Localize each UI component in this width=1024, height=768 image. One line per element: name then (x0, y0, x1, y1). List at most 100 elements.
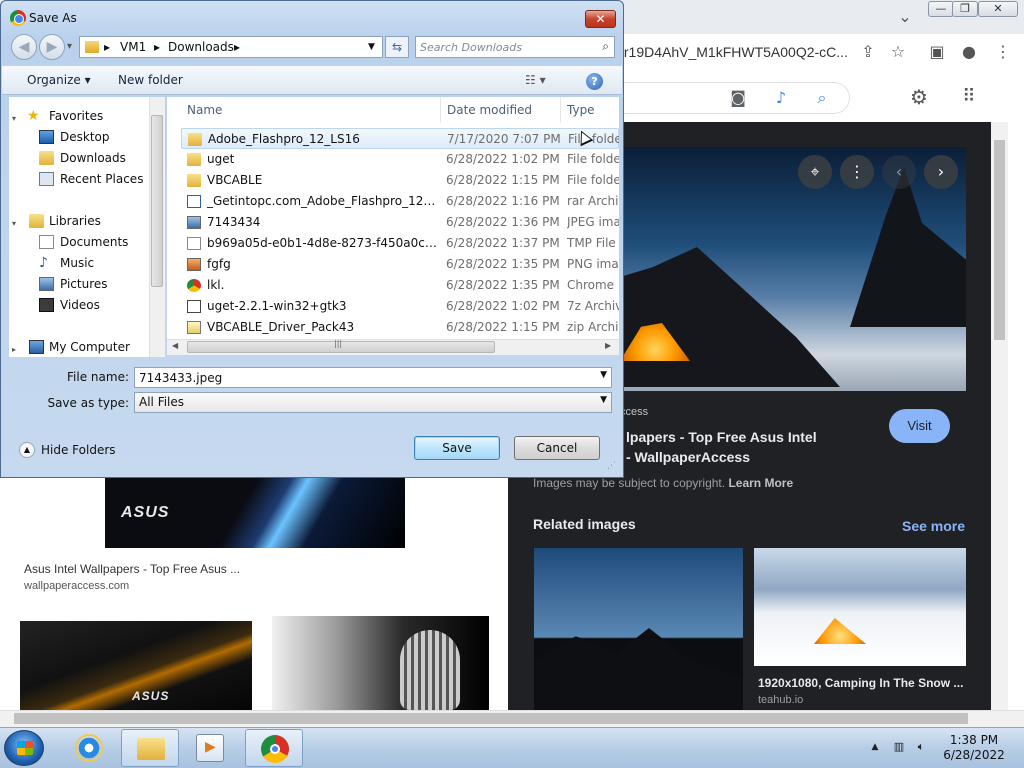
file-list-hscroll-thumb[interactable]: ||| (187, 339, 495, 353)
address-breadcrumb[interactable]: ▸ VM1 ▸ Downloads ▸ ▼ (79, 36, 383, 58)
result-title-line2[interactable]: - WallpaperAccess (626, 449, 750, 465)
recent-locations-dropdown[interactable]: ▾ (67, 41, 72, 52)
start-button[interactable] (4, 730, 44, 766)
related-caption[interactable]: 1920x1080, Camping In The Snow ... (758, 676, 963, 690)
organize-button[interactable]: Organize ▾ (27, 73, 91, 87)
page-scroll-thumb[interactable] (994, 140, 1005, 340)
result-image-asus-blue[interactable]: ASUS (105, 478, 405, 548)
minimize-button[interactable]: — (928, 1, 954, 17)
result-title-line1[interactable]: lpapers - Top Free Asus Intel (626, 429, 817, 445)
file-row[interactable]: VBCABLE_Driver_Pack43 6/28/2022 1:15 PM … (181, 317, 619, 338)
nav-desktop[interactable]: Desktop (9, 127, 149, 147)
preview-image[interactable] (620, 147, 966, 391)
cancel-button[interactable]: Cancel (514, 436, 600, 460)
search-input[interactable] (420, 39, 594, 55)
more-options-icon[interactable]: ⋮ (840, 155, 874, 189)
breadcrumb-sep[interactable]: ▸ (154, 40, 160, 54)
chevron-down-icon[interactable]: ▼ (600, 395, 607, 405)
related-source[interactable]: teahub.io (758, 694, 803, 706)
file-row[interactable]: 7143434 6/28/2022 1:36 PM JPEG image (181, 212, 619, 233)
scroll-right-arrow[interactable]: ▶ (605, 341, 611, 350)
nav-downloads[interactable]: Downloads (9, 148, 149, 168)
breadcrumb-sep[interactable]: ▸ (104, 40, 110, 54)
page-hscroll-thumb[interactable] (14, 713, 968, 724)
lens-search-icon[interactable]: ⌖ (798, 155, 832, 189)
next-image-icon[interactable]: › (924, 155, 958, 189)
search-icon[interactable]: ⌕ (811, 87, 833, 109)
see-more-link[interactable]: See more (902, 518, 965, 534)
breadcrumb-vm1[interactable]: VM1 (120, 40, 146, 54)
taskbar-internet-explorer[interactable] (60, 729, 118, 767)
nav-libraries[interactable]: ▾ Libraries (9, 211, 149, 231)
forward-button[interactable]: ▶ (39, 34, 65, 60)
settings-gear-icon[interactable]: ⚙ (908, 86, 930, 108)
file-name-input[interactable] (139, 370, 589, 385)
address-dropdown-icon[interactable]: ▼ (368, 42, 375, 52)
side-panel-icon[interactable]: ▣ (926, 41, 948, 63)
refresh-icon[interactable]: ⇆ (385, 36, 409, 58)
taskbar-chrome[interactable] (245, 729, 303, 767)
volume-icon[interactable]: 🔈︎ (914, 740, 928, 754)
file-row[interactable]: VBCABLE 6/28/2022 1:15 PM File folder (181, 170, 619, 191)
scroll-left-arrow[interactable]: ◀ (172, 341, 178, 350)
bookmark-star-icon[interactable]: ☆ (887, 41, 909, 63)
change-view-button[interactable]: ☷ ▾ (525, 73, 546, 87)
expand-arrow-icon[interactable]: ▾ (12, 109, 27, 123)
chevron-down-icon[interactable]: ▼ (600, 370, 607, 380)
search-icon[interactable]: ⌕ (602, 39, 609, 54)
taskbar-file-explorer[interactable] (121, 729, 179, 767)
back-button[interactable]: ◀ (11, 34, 37, 60)
dialog-close-button[interactable]: ✕ (585, 10, 616, 28)
tab-search-button[interactable]: ⌄ (894, 6, 916, 28)
new-folder-button[interactable]: New folder (118, 73, 183, 87)
previous-image-icon[interactable]: ‹ (882, 155, 916, 189)
nav-music[interactable]: ♪ Music (9, 253, 149, 273)
restore-button[interactable]: ❐ (952, 1, 978, 17)
nav-videos[interactable]: Videos (9, 295, 149, 315)
file-row[interactable]: uget 6/28/2022 1:02 PM File folder (181, 149, 619, 170)
result-source-fragment[interactable]: ccess (620, 406, 648, 418)
help-icon[interactable]: ? (586, 73, 603, 90)
related-image-2[interactable] (754, 548, 966, 666)
nav-pictures[interactable]: Pictures (9, 274, 149, 294)
system-clock[interactable]: 1:38 PM 6/28/2022 (930, 733, 1018, 763)
resize-grip-icon[interactable]: ⋰ (607, 461, 616, 471)
network-icon[interactable]: ▥ (892, 740, 906, 754)
breadcrumb-downloads[interactable]: Downloads (168, 40, 234, 54)
column-header-type[interactable]: Type (561, 97, 619, 123)
show-hidden-icons[interactable]: ▲ (868, 740, 882, 754)
menu-kebab-icon[interactable]: ⋮ (992, 41, 1014, 63)
search-box[interactable]: ⌕ (415, 36, 615, 58)
close-window-button[interactable]: ✕ (978, 1, 1018, 17)
file-row[interactable]: fgfg 6/28/2022 1:35 PM PNG image (181, 254, 619, 275)
nav-recent-places[interactable]: Recent Places (9, 169, 149, 189)
save-button[interactable]: Save (414, 436, 500, 460)
column-header-date[interactable]: Date modified (441, 97, 561, 123)
file-row[interactable]: Adobe_Flashpro_12_LS16 7/17/2020 7:07 PM… (181, 128, 619, 149)
visit-button[interactable]: Visit (889, 409, 950, 443)
expand-arrow-icon[interactable]: ▾ (12, 214, 27, 228)
share-icon[interactable]: ⇪ (857, 41, 879, 63)
nav-favorites[interactable]: ▾ ★ Favorites (9, 106, 149, 126)
nav-pane-scroll-thumb[interactable] (151, 115, 163, 287)
file-name-field[interactable]: ▼ (134, 367, 612, 388)
result-caption[interactable]: Asus Intel Wallpapers - Top Free Asus ..… (24, 562, 240, 576)
learn-more-link[interactable]: Learn More (728, 476, 793, 490)
camera-search-icon[interactable]: ◙ (727, 87, 749, 109)
file-row[interactable]: lkl. 6/28/2022 1:35 PM Chrome HTML (181, 275, 619, 296)
file-row[interactable]: _Getintopc.com_Adobe_Flashpro_12_LS16 6/… (181, 191, 619, 212)
file-row[interactable]: b969a05d-e0b1-4d8e-8273-f450a0ce4f1e....… (181, 233, 619, 254)
result-source[interactable]: wallpaperaccess.com (24, 580, 129, 592)
voice-search-icon[interactable]: ♪ (770, 87, 792, 109)
profile-avatar[interactable]: ● (958, 41, 980, 63)
save-type-select[interactable]: All Files ▼ (134, 392, 612, 413)
nav-my-computer[interactable]: ▸ My Computer (9, 337, 149, 357)
expand-arrow-icon[interactable]: ▸ (12, 340, 27, 354)
nav-documents[interactable]: Documents (9, 232, 149, 252)
file-row[interactable]: uget-2.2.1-win32+gtk3 6/28/2022 1:02 PM … (181, 296, 619, 317)
taskbar-media-player[interactable]: ▶ (181, 729, 239, 767)
breadcrumb-sep[interactable]: ▸ (234, 40, 240, 54)
related-image-1[interactable] (534, 548, 743, 710)
apps-grid-icon[interactable]: ⠿ (958, 86, 980, 108)
result-image-asus-orange[interactable]: ASUS (20, 621, 252, 711)
